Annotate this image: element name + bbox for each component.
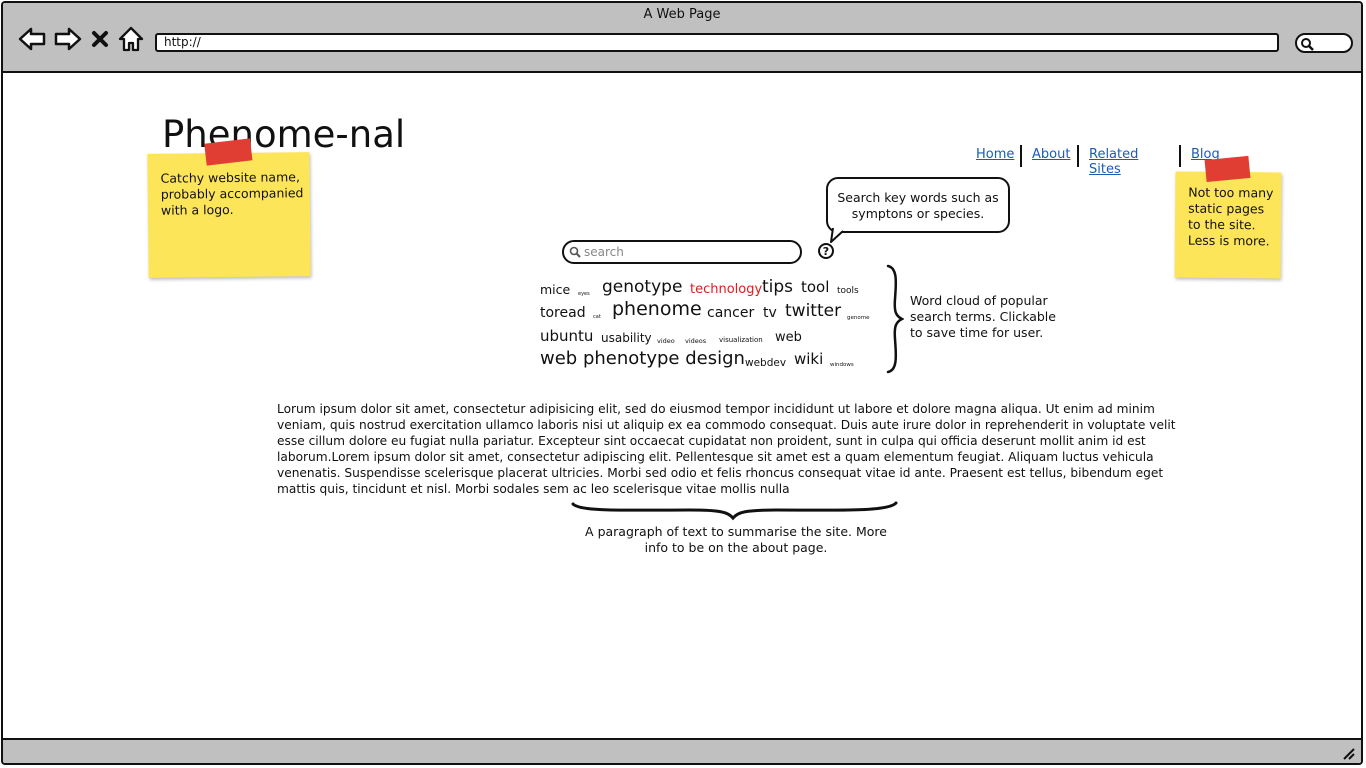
window-title: A Web Page [643,7,721,22]
sticky-note-text: Catchy website name, probably accompanie… [160,169,304,218]
title-bar: A Web Page http:// [3,3,1361,73]
status-bar [3,738,1361,763]
nav-link-related-sites[interactable]: Related Sites [1089,147,1138,177]
tag-link[interactable]: webdev [745,358,786,369]
tag-link[interactable]: eyes [578,292,590,297]
browser-search-box[interactable] [1295,33,1353,53]
sticky-note-logo: Catchy website name, probably accompanie… [147,138,311,278]
nav-divider [1077,145,1079,167]
tag-link[interactable]: videos [685,338,706,345]
tag-link[interactable]: windows [830,362,854,369]
nav-link-about[interactable]: About [1032,147,1070,162]
site-logo[interactable]: Phenome-nal [162,113,405,156]
address-bar[interactable]: http:// [155,33,1279,52]
search-icon [569,246,581,258]
search-callout: Search key words such as symptons or spe… [826,177,1010,233]
tag-link[interactable]: tools [837,287,859,296]
word-cloud-annotation: Word cloud of popular search terms. Clic… [910,293,1056,340]
close-icon[interactable] [89,25,111,53]
tag-link[interactable]: mice [540,283,570,297]
tag-link[interactable]: technology [690,283,762,296]
nav-link-home[interactable]: Home [976,147,1014,162]
nav-divider [1179,145,1181,167]
tag-link[interactable]: toread [540,306,586,320]
home-icon[interactable] [117,25,145,53]
tag-link[interactable]: web phenotype design [540,350,745,368]
tag-link[interactable]: ubuntu [540,329,593,344]
tape [1204,155,1251,183]
tag-link[interactable]: visualization [719,337,763,344]
help-icon[interactable]: ? [818,243,834,259]
tag-link[interactable]: twitter [785,303,841,320]
site-search [562,240,802,264]
tag-link[interactable]: tool [801,280,829,295]
nav-divider [1020,145,1022,167]
word-cloud: mice eyes genotype technology tips tool … [540,276,880,376]
resize-grip-icon[interactable] [1341,746,1355,760]
back-icon[interactable] [17,25,47,53]
callout-tail [830,228,844,243]
tag-link[interactable]: video [657,338,675,345]
search-icon [1301,38,1314,51]
tag-link[interactable]: wiki [794,352,823,367]
tag-link[interactable]: genome [847,315,869,322]
tag-link[interactable]: genotype [602,279,682,296]
curly-brace [886,264,904,374]
forward-icon[interactable] [53,25,83,53]
curly-brace [571,501,898,521]
tag-link[interactable]: cancer [707,306,754,320]
sticky-note-nav: Not too many static pages to the site. L… [1174,155,1282,279]
tag-link[interactable]: web [775,331,802,344]
tag-link[interactable]: phenome [612,300,702,319]
tag-link[interactable]: tv [763,306,777,320]
summary-paragraph: Lorum ipsum dolor sit amet, consectetur … [277,402,1176,496]
tag-link[interactable]: usability [601,332,652,344]
search-input[interactable] [584,244,784,260]
tape [204,138,253,166]
tag-link[interactable]: cat [593,315,601,320]
tag-link[interactable]: tips [762,279,793,296]
sticky-note-text: Not too many static pages to the site. L… [1187,184,1274,249]
paragraph-annotation: A paragraph of text to summarise the sit… [585,524,887,555]
